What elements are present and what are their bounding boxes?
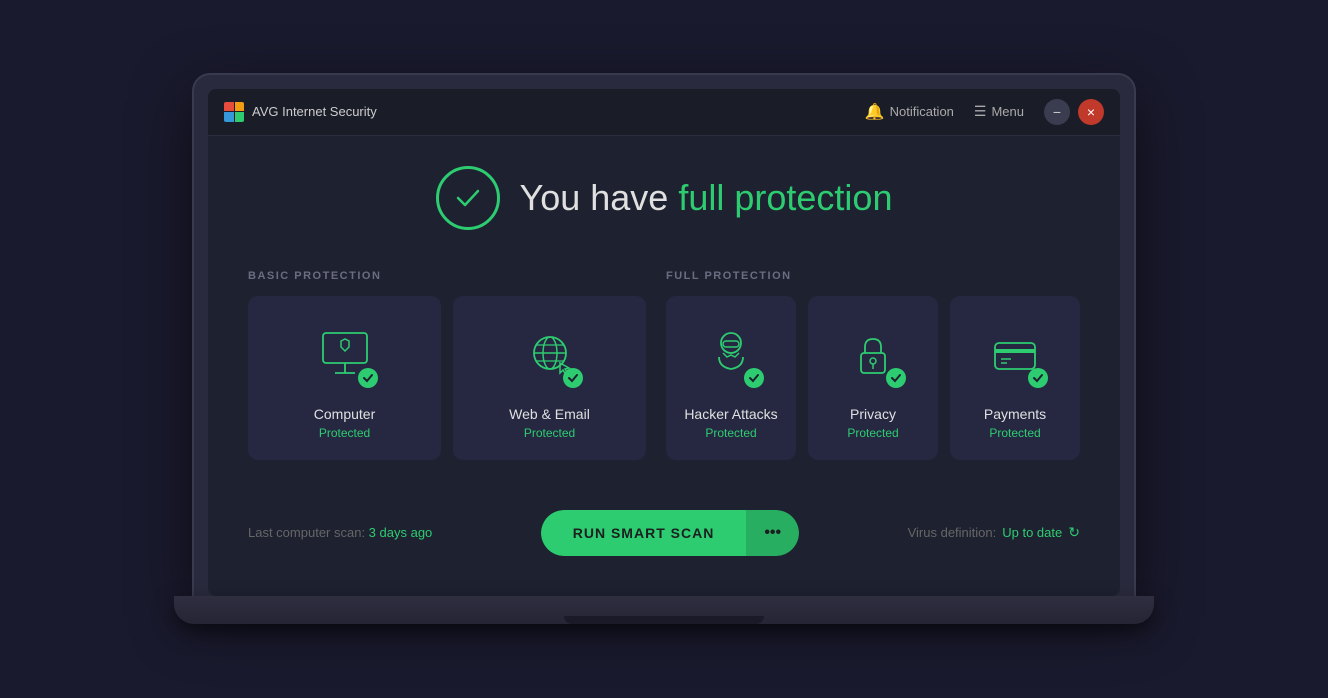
privacy-icon-wrap xyxy=(838,320,908,390)
scan-button-group: RUN SMART SCAN ••• xyxy=(541,510,799,556)
bell-icon: 🔔 xyxy=(865,102,885,122)
hacker-attacks-check-badge xyxy=(744,368,764,388)
bottom-bar: Last computer scan: 3 days ago RUN SMART… xyxy=(248,500,1080,556)
web-email-icon-wrap xyxy=(515,320,585,390)
web-email-check-badge xyxy=(563,368,583,388)
logo-q3 xyxy=(224,112,234,122)
privacy-protection-card[interactable]: Privacy Protected xyxy=(808,296,938,460)
hero-section: You have full protection xyxy=(248,166,1080,230)
basic-protection-group: BASIC PROTECTION xyxy=(248,270,646,460)
titlebar-right: 🔔 Notification ☰ Menu − × xyxy=(865,99,1104,125)
privacy-card-title: Privacy xyxy=(850,406,896,422)
hero-text: You have full protection xyxy=(520,177,893,219)
computer-card-status: Protected xyxy=(319,426,370,440)
web-email-protection-card[interactable]: Web & Email Protected xyxy=(453,296,646,460)
hacker-attacks-protection-card[interactable]: Hacker Attacks Protected xyxy=(666,296,796,460)
payments-card-title: Payments xyxy=(984,406,1046,422)
protection-sections: BASIC PROTECTION xyxy=(248,270,1080,460)
privacy-check-badge xyxy=(886,368,906,388)
laptop-wrapper: AVG Internet Security 🔔 Notification ☰ M… xyxy=(174,75,1154,624)
full-cards-row: Hacker Attacks Protected xyxy=(666,296,1080,460)
refresh-icon[interactable]: ↻ xyxy=(1068,524,1080,541)
group-divider xyxy=(646,270,666,460)
basic-protection-label: BASIC PROTECTION xyxy=(248,270,646,282)
notification-button[interactable]: 🔔 Notification xyxy=(865,102,954,122)
titlebar: AVG Internet Security 🔔 Notification ☰ M… xyxy=(208,89,1120,136)
app: AVG Internet Security 🔔 Notification ☰ M… xyxy=(208,89,1120,596)
close-button[interactable]: × xyxy=(1078,99,1104,125)
payments-check-badge xyxy=(1028,368,1048,388)
computer-check-badge xyxy=(358,368,378,388)
minimize-button[interactable]: − xyxy=(1044,99,1070,125)
run-smart-scan-button[interactable]: RUN SMART SCAN xyxy=(541,510,747,556)
privacy-card-status: Protected xyxy=(847,426,898,440)
web-email-card-title: Web & Email xyxy=(509,406,590,422)
window-controls: − × xyxy=(1044,99,1104,125)
hacker-attacks-card-title: Hacker Attacks xyxy=(684,406,777,422)
full-protection-label: FULL PROTECTION xyxy=(666,270,1080,282)
computer-protection-card[interactable]: Computer Protected xyxy=(248,296,441,460)
menu-button[interactable]: ☰ Menu xyxy=(974,103,1024,120)
laptop-screen: AVG Internet Security 🔔 Notification ☰ M… xyxy=(194,75,1134,596)
laptop-base xyxy=(174,596,1154,624)
scan-info: Last computer scan: 3 days ago xyxy=(248,525,432,540)
logo-q1 xyxy=(224,102,234,112)
payments-icon-wrap xyxy=(980,320,1050,390)
hacker-attacks-icon-wrap xyxy=(696,320,766,390)
logo-q2 xyxy=(235,102,245,112)
computer-card-title: Computer xyxy=(314,406,375,422)
logo-q4 xyxy=(235,112,245,122)
payments-card-status: Protected xyxy=(989,426,1040,440)
basic-cards-row: Computer Protected xyxy=(248,296,646,460)
checkmark-svg xyxy=(452,182,484,214)
web-email-card-status: Protected xyxy=(524,426,575,440)
avg-logo xyxy=(224,102,244,122)
app-title: AVG Internet Security xyxy=(252,104,377,119)
virus-definition-info: Virus definition: Up to date ↻ xyxy=(908,524,1080,541)
main-content: You have full protection BASIC PROTECTIO… xyxy=(208,136,1120,596)
hacker-attacks-card-status: Protected xyxy=(705,426,756,440)
payments-protection-card[interactable]: Payments Protected xyxy=(950,296,1080,460)
titlebar-left: AVG Internet Security xyxy=(224,102,377,122)
menu-icon: ☰ xyxy=(974,103,987,120)
scan-more-options-button[interactable]: ••• xyxy=(746,510,799,556)
computer-icon-wrap xyxy=(310,320,380,390)
full-protection-group: FULL PROTECTION xyxy=(666,270,1080,460)
hero-check-icon xyxy=(436,166,500,230)
screen-inner: AVG Internet Security 🔔 Notification ☰ M… xyxy=(208,89,1120,596)
